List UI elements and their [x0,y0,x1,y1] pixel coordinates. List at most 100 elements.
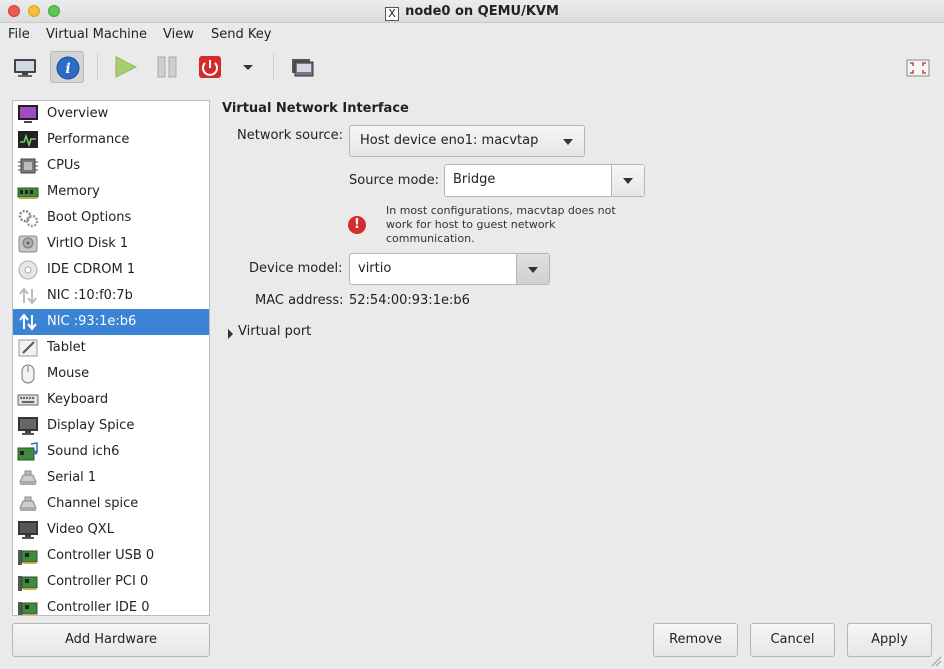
sidebar-item-cpus[interactable]: CPUs [13,153,209,179]
screenshot-icon [292,59,314,77]
expander-arrow-icon [228,329,233,339]
sidebar-item-keyboard[interactable]: Keyboard [13,387,209,413]
menu-send-key[interactable]: Send Key [211,27,271,42]
channel-icon [19,496,37,511]
sidebar-item-label: Keyboard [47,392,109,407]
sidebar-item-overview[interactable]: Overview [13,101,209,127]
sidebar-item-label: IDE CDROM 1 [47,262,136,277]
apply-button[interactable]: Apply [847,623,932,657]
nic-icon [19,287,37,305]
network-source-label: Network source: [237,128,343,143]
svg-text:i: i [65,61,70,77]
sidebar-item-controller-pci-0[interactable]: Controller PCI 0 [13,569,209,595]
hardware-list: Overview Performance CPUs Memory Boot Op… [12,100,210,616]
console-button[interactable] [8,51,42,83]
x-logo-icon: X [385,7,400,21]
network-source-select[interactable]: Host device eno1: macvtap [349,125,585,157]
sidebar-item-display-spice[interactable]: Display Spice [13,413,209,439]
sidebar-item-label: CPUs [47,158,81,173]
disk-icon [18,235,38,253]
toolbar-separator [97,53,98,81]
dropdown-arrow-icon [243,65,253,70]
macvtap-warning-text: In most configurations, macvtap does not… [386,204,616,245]
pause-button[interactable] [150,51,184,83]
sidebar-item-tablet[interactable]: Tablet [13,335,209,361]
run-button[interactable] [108,51,142,83]
window-title-wrap: Xnode0 on QEMU/KVM [0,4,944,21]
tablet-icon [18,339,38,357]
pause-icon [157,56,177,78]
sidebar-item-virtio-disk-1[interactable]: VirtIO Disk 1 [13,231,209,257]
add-hardware-button[interactable]: Add Hardware [12,623,210,657]
shutdown-menu-button[interactable] [233,51,263,83]
sidebar-item-controller-usb-0[interactable]: Controller USB 0 [13,543,209,569]
mac-address-value: 52:54:00:93:1e:b6 [349,293,470,308]
mouse-icon [21,364,35,384]
cancel-button[interactable]: Cancel [750,623,835,657]
menu-file[interactable]: File [8,27,30,42]
chevron-down-icon [623,178,633,184]
sidebar-item-memory[interactable]: Memory [13,179,209,205]
source-mode-combo[interactable]: Bridge [444,164,645,197]
device-model-dropdown-button[interactable] [516,254,549,284]
device-model-label: Device model: [249,261,343,276]
sidebar-item-nic-931eb6[interactable]: NIC :93:1e:b6 [13,309,209,335]
sound-icon [17,442,38,461]
source-mode-label: Source mode: [349,173,440,188]
menu-view[interactable]: View [163,27,194,42]
serial-icon [19,470,37,485]
sidebar-item-ide-cdrom-1[interactable]: IDE CDROM 1 [13,257,209,283]
sidebar-item-sound-ich6[interactable]: Sound ich6 [13,439,209,465]
boot-options-icon [18,209,39,228]
sidebar-item-label: Performance [47,132,130,147]
sidebar-item-mouse[interactable]: Mouse [13,361,209,387]
fullscreen-button[interactable] [901,51,935,83]
power-icon [199,56,221,78]
cpu-icon [18,158,38,174]
sidebar-item-label: Controller IDE 0 [47,600,150,615]
sidebar-item-label: Boot Options [47,210,132,225]
sidebar-item-channel-spice[interactable]: Channel spice [13,491,209,517]
remove-button[interactable]: Remove [653,623,738,657]
sidebar-item-label: Serial 1 [47,470,97,485]
window-title: node0 on QEMU/KVM [405,4,559,19]
menu-virtual-machine[interactable]: Virtual Machine [46,27,147,42]
shutdown-button[interactable] [193,51,227,83]
play-icon [115,56,138,78]
controller-icon [18,602,38,615]
sidebar-item-nic-10f07b[interactable]: NIC :10:f0:7b [13,283,209,309]
sidebar-item-label: Mouse [47,366,90,381]
monitor-icon [14,59,36,77]
details-button[interactable]: i [50,51,84,83]
sidebar-item-controller-ide-0[interactable]: Controller IDE 0 [13,595,209,615]
menu-bar: File Virtual Machine View Send Key [0,23,944,47]
source-mode-dropdown-button[interactable] [611,165,644,196]
sidebar-item-label: Memory [47,184,100,199]
snapshots-button[interactable] [285,51,319,83]
sidebar-item-video-qxl[interactable]: Video QXL [13,517,209,543]
network-source-value: Host device eno1: macvtap [360,133,539,148]
title-bar: Xnode0 on QEMU/KVM [0,0,944,23]
sidebar-item-serial-1[interactable]: Serial 1 [13,465,209,491]
cdrom-icon [18,260,38,280]
chevron-down-icon [528,267,538,273]
display-icon [18,417,38,435]
info-icon: i [56,56,80,80]
nic-icon [19,313,37,331]
controller-icon [18,576,38,591]
fullscreen-icon [906,59,930,77]
source-mode-value: Bridge [453,172,496,187]
overview-icon [18,105,38,123]
device-model-combo[interactable]: virtio [349,253,550,285]
sidebar-item-boot-options[interactable]: Boot Options [13,205,209,231]
sidebar-item-performance[interactable]: Performance [13,127,209,153]
toolbar-separator [273,53,274,81]
sidebar-item-label: Controller USB 0 [47,548,155,563]
mac-address-label: MAC address: [255,293,344,308]
sidebar-item-label: VirtIO Disk 1 [47,236,129,251]
resize-grip-icon[interactable] [930,655,942,667]
sidebar-item-label: Overview [47,106,109,121]
chevron-down-icon [563,139,573,145]
sidebar-item-label: NIC :93:1e:b6 [47,314,137,329]
sidebar-item-label: Channel spice [47,496,139,511]
